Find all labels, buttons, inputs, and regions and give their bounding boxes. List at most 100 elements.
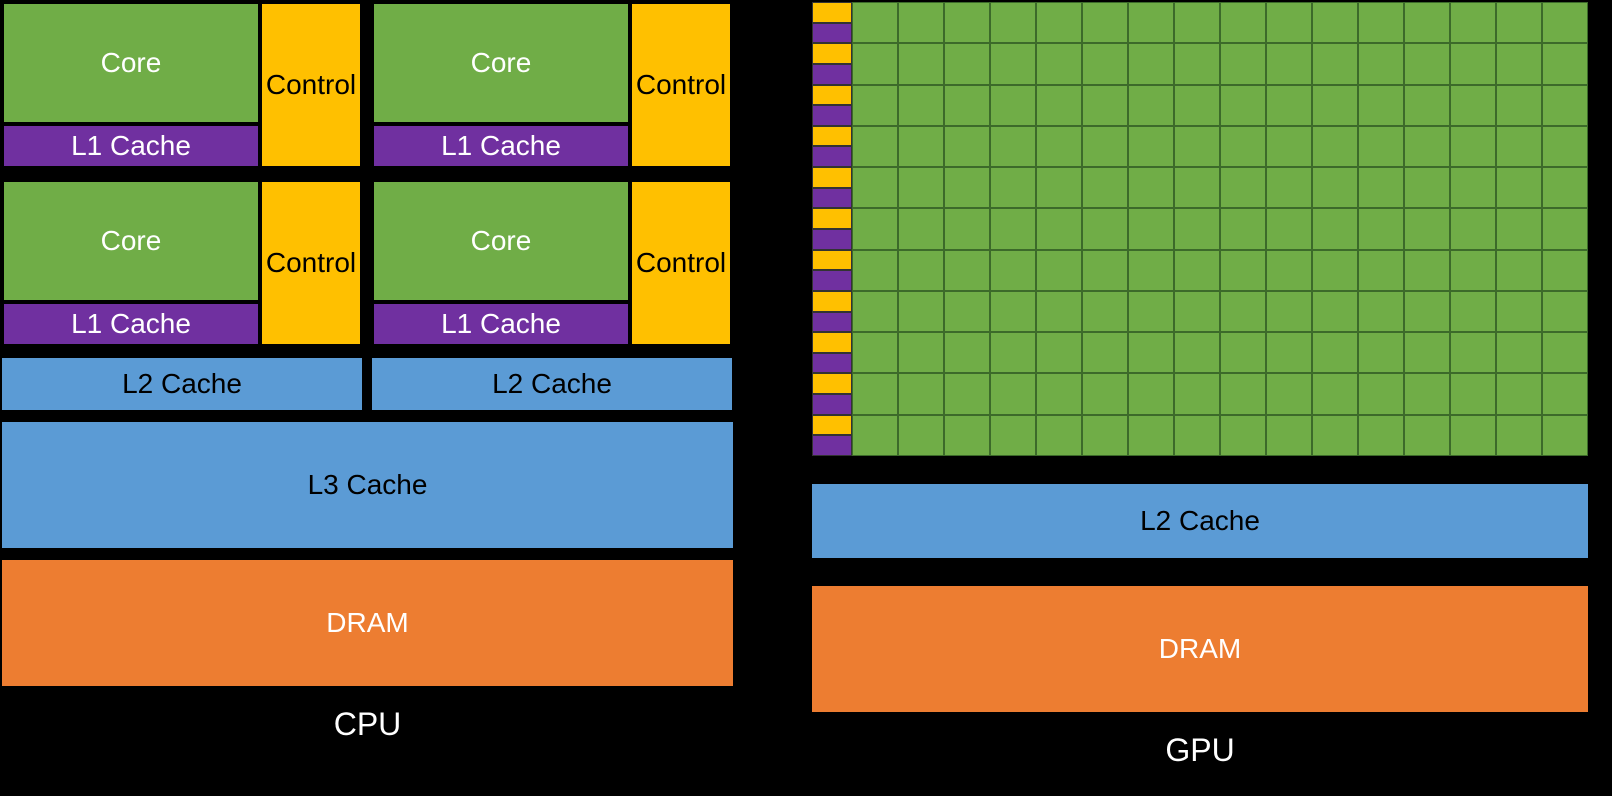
gpu-core-cell	[944, 415, 990, 456]
gpu-core-cell	[1542, 373, 1588, 414]
gpu-core-cell	[1358, 85, 1404, 126]
gpu-core-cell	[1266, 2, 1312, 43]
gpu-core-cell	[1036, 291, 1082, 332]
gpu-core-cell	[1220, 373, 1266, 414]
gpu-core-cell	[1404, 167, 1450, 208]
gpu-control-slice	[812, 415, 852, 436]
gpu-control-slice	[812, 85, 852, 106]
gpu-core-cell	[1542, 415, 1588, 456]
gpu-core-cell	[1266, 126, 1312, 167]
gpu-core-cell	[1542, 250, 1588, 291]
gpu-l1-slice	[812, 23, 852, 44]
gpu-core-cell	[1036, 332, 1082, 373]
gpu-core-cell	[1174, 208, 1220, 249]
gpu-core-cell	[944, 208, 990, 249]
gpu-core-cell	[852, 126, 898, 167]
gpu-core-cell	[1358, 415, 1404, 456]
gpu-core-cell	[944, 332, 990, 373]
gpu-core-cell	[1220, 208, 1266, 249]
gpu-l1-slice	[812, 229, 852, 250]
gpu-core-cell	[1082, 250, 1128, 291]
gpu-core-cell	[852, 2, 898, 43]
gpu-core-cell	[1036, 208, 1082, 249]
gpu-core-cell	[1220, 43, 1266, 84]
gpu-core-cell	[990, 85, 1036, 126]
gpu-core-cell	[1174, 332, 1220, 373]
gpu-core-cell	[1128, 208, 1174, 249]
gpu-core-cell	[852, 208, 898, 249]
gpu-core-cell	[852, 332, 898, 373]
gpu-core-cell	[1404, 415, 1450, 456]
gpu-l1-slice	[812, 312, 852, 333]
gpu-core-cell	[1404, 126, 1450, 167]
gpu-core-grid	[852, 2, 1588, 456]
gpu-core-cell	[944, 43, 990, 84]
gpu-control-slice	[812, 43, 852, 64]
gpu-core-cell	[1450, 373, 1496, 414]
gpu-core-cell	[1450, 167, 1496, 208]
gpu-core-cell	[898, 85, 944, 126]
gpu-core-cell	[1174, 415, 1220, 456]
gpu-control-slice	[812, 250, 852, 271]
gpu-core-cell	[1312, 85, 1358, 126]
gpu-core-cell	[1312, 332, 1358, 373]
gpu-dram: DRAM	[810, 584, 1590, 714]
gpu-core-cell	[1358, 126, 1404, 167]
gpu-core-cell	[1266, 85, 1312, 126]
gpu-core-cell	[1174, 250, 1220, 291]
gpu-core-cell	[1312, 373, 1358, 414]
gpu-core-cell	[1450, 126, 1496, 167]
control-block: Control	[630, 180, 732, 346]
gpu-core-cell	[1496, 250, 1542, 291]
gpu-control-slice	[812, 2, 852, 23]
gpu-control-slice	[812, 208, 852, 229]
gpu-core-cell	[1082, 415, 1128, 456]
gpu-core-cell	[1358, 2, 1404, 43]
gpu-core-cell	[1082, 85, 1128, 126]
gpu-core-cell	[1082, 43, 1128, 84]
gpu-core-cell	[1450, 43, 1496, 84]
cpu-diagram: Core L1 Cache Control Core L1 Cache Cont…	[0, 0, 735, 796]
gpu-core-cell	[944, 167, 990, 208]
gpu-core-cell	[1128, 291, 1174, 332]
gpu-core-cell	[852, 167, 898, 208]
gpu-core-cell	[944, 85, 990, 126]
gpu-core-cell	[1174, 43, 1220, 84]
gpu-core-cell	[1128, 85, 1174, 126]
core-row-bottom: Core L1 Cache Control Core L1 Cache Cont…	[0, 178, 735, 348]
gpu-core-cell	[1220, 332, 1266, 373]
gpu-core-cell	[1220, 167, 1266, 208]
gpu-core-cell	[852, 415, 898, 456]
gpu-title: GPU	[810, 732, 1590, 796]
gpu-core-cell	[1266, 250, 1312, 291]
gpu-core-cell	[898, 250, 944, 291]
gpu-core-cell	[898, 126, 944, 167]
gpu-core-cell	[1036, 2, 1082, 43]
gpu-core-cell	[1220, 415, 1266, 456]
gpu-control-slice	[812, 126, 852, 147]
gpu-core-cell	[990, 291, 1036, 332]
gpu-core-cell	[1450, 250, 1496, 291]
cpu-title: CPU	[0, 706, 735, 796]
control-block: Control	[630, 2, 732, 168]
gpu-core-cell	[1174, 85, 1220, 126]
gpu-core-cell	[852, 373, 898, 414]
core-left: Core L1 Cache	[2, 2, 260, 168]
gpu-core-cell	[1450, 332, 1496, 373]
core-block: Core	[2, 2, 260, 124]
l1-cache: L1 Cache	[2, 302, 260, 346]
core-block: Core	[2, 180, 260, 302]
gpu-core-cell	[1496, 167, 1542, 208]
gpu-core-cell	[1450, 2, 1496, 43]
gpu-core-cell	[1036, 126, 1082, 167]
gpu-core-cell	[1358, 167, 1404, 208]
gpu-sm-block	[810, 0, 1590, 458]
gpu-core-cell	[1266, 167, 1312, 208]
gpu-core-cell	[1266, 373, 1312, 414]
gpu-core-cell	[990, 373, 1036, 414]
gpu-core-cell	[1404, 208, 1450, 249]
gpu-core-cell	[990, 250, 1036, 291]
gpu-core-cell	[990, 43, 1036, 84]
gpu-core-cell	[1266, 415, 1312, 456]
gpu-core-cell	[1450, 208, 1496, 249]
